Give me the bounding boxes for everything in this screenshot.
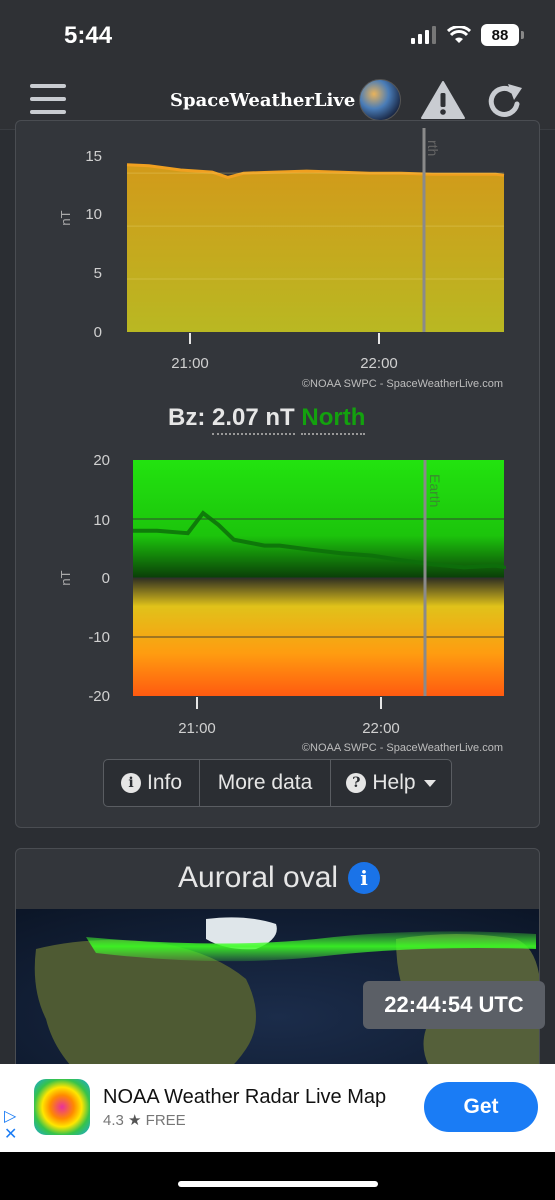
adchoices-icon[interactable]: ▷ ✕	[4, 1108, 17, 1144]
brand-logo[interactable]: SpaceWeatherLive	[170, 79, 402, 121]
auroral-oval-title: Auroral oval i	[178, 861, 381, 895]
bt-chart: rth 15 10 5 0 nT 21:00 22:00 ©NOAA SWPC …	[50, 128, 520, 393]
bz-chart: Earth 20 10 0 -10 -20 nT 21:00 22:00 ©NO…	[50, 450, 520, 760]
earth-marker-label: Earth	[427, 474, 443, 507]
star-icon: ★	[128, 1112, 142, 1129]
earth-marker-label: rth	[425, 140, 441, 156]
y-tick-minus10: -10	[88, 629, 110, 646]
y-tick-minus20: -20	[88, 688, 110, 705]
chart-button-group: i Info More data ? Help	[103, 759, 452, 807]
ad-rating-value: 4.3	[103, 1112, 124, 1129]
ad-banner[interactable]: ▷ ✕ NOAA Weather Radar Live Map 4.3 ★ FRE…	[0, 1064, 555, 1152]
x-tick-2100: 21:00	[171, 355, 209, 372]
y-tick-20: 20	[93, 452, 110, 469]
help-dropdown-button[interactable]: ? Help	[331, 760, 451, 806]
y-tick-5: 5	[94, 265, 102, 282]
auroral-oval-panel: Auroral oval i	[15, 848, 540, 1088]
y-tick-10: 10	[93, 512, 110, 529]
y-tick-0: 0	[94, 324, 102, 341]
ad-title[interactable]: NOAA Weather Radar Live Map	[103, 1086, 386, 1109]
info-icon[interactable]: i	[348, 862, 381, 894]
bottom-bar	[0, 1152, 555, 1200]
bt-area	[127, 164, 504, 332]
x-tick-2100: 21:00	[178, 720, 216, 737]
bz-readout: Bz: 2.07 nT North	[168, 404, 366, 435]
warning-icon[interactable]	[420, 80, 466, 120]
auroral-oval-heading: Auroral oval	[178, 861, 339, 894]
y-axis-label: nT	[58, 570, 73, 585]
refresh-icon[interactable]	[486, 82, 526, 120]
bz-direction[interactable]: North	[301, 404, 366, 435]
wifi-icon	[447, 26, 471, 43]
status-time: 5:44	[64, 22, 113, 49]
menu-icon[interactable]	[30, 84, 66, 114]
more-data-button[interactable]: More data	[200, 760, 331, 806]
more-data-label: More data	[217, 771, 313, 794]
y-tick-15: 15	[85, 148, 102, 165]
bz-value[interactable]: 2.07 nT	[212, 404, 295, 435]
bz-label: Bz:	[168, 404, 206, 431]
status-icons: 88	[411, 24, 524, 46]
battery-indicator: 88	[481, 24, 524, 46]
ad-price: FREE	[145, 1112, 186, 1129]
y-axis-label: nT	[58, 210, 73, 225]
utc-timestamp: 22:44:54 UTC	[363, 981, 545, 1029]
signal-icon	[411, 26, 436, 44]
help-button-label: Help	[372, 771, 416, 794]
info-button-label: Info	[146, 771, 183, 794]
globe-icon	[359, 79, 402, 121]
caret-down-icon	[423, 779, 436, 787]
help-icon: ?	[346, 773, 367, 793]
info-button[interactable]: i Info	[104, 760, 200, 806]
get-button[interactable]: Get	[424, 1082, 538, 1132]
x-tick-2200: 22:00	[360, 355, 398, 372]
ad-app-icon[interactable]	[34, 1079, 90, 1135]
home-indicator[interactable]	[178, 1181, 378, 1187]
chart-credit: ©NOAA SWPC - SpaceWeatherLive.com	[302, 378, 503, 390]
info-icon: i	[120, 773, 141, 793]
ad-rating: 4.3 ★ FREE	[103, 1111, 186, 1129]
status-bar: 5:44 88	[0, 0, 555, 70]
chart-credit: ©NOAA SWPC - SpaceWeatherLive.com	[302, 742, 503, 754]
y-tick-0: 0	[102, 570, 110, 587]
brand-name: SpaceWeatherLive	[170, 89, 356, 111]
y-tick-10: 10	[85, 206, 102, 223]
x-tick-2200: 22:00	[362, 720, 400, 737]
